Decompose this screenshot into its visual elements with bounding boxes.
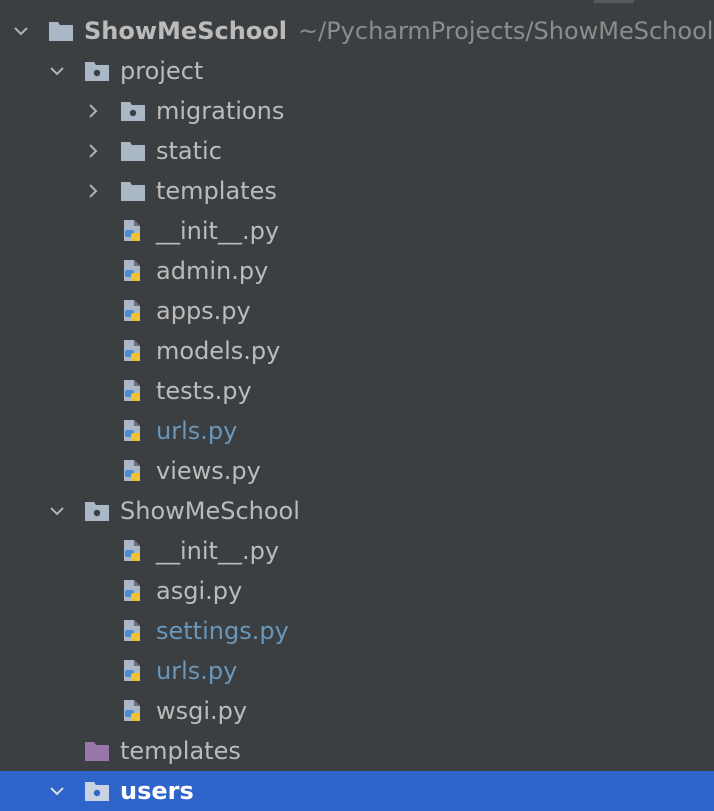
chevron-right-icon[interactable]: [84, 142, 102, 160]
chevron-right-icon[interactable]: [84, 102, 102, 120]
folder-label-users: users: [120, 777, 194, 805]
folder-icon: [121, 142, 145, 161]
tree-row-file[interactable]: urls.py: [0, 411, 714, 451]
tree-row-file[interactable]: __init__.py: [0, 211, 714, 251]
tree-row-file[interactable]: asgi.py: [0, 571, 714, 611]
tree-row-root[interactable]: ShowMeSchool ~/PycharmProjects/ShowMeSch…: [0, 11, 714, 51]
python-file-icon: [124, 420, 140, 441]
file-label-modified: settings.py: [156, 617, 289, 645]
python-file-icon: [124, 220, 140, 241]
python-file-icon: [124, 340, 140, 361]
tree-row-project[interactable]: project: [0, 51, 714, 91]
tree-row-file[interactable]: wsgi.py: [0, 691, 714, 731]
tree-row-file[interactable]: models.py: [0, 331, 714, 371]
tree-row-file[interactable]: settings.py: [0, 611, 714, 651]
chevron-down-icon[interactable]: [48, 782, 66, 800]
root-folder-path: ~/PycharmProjects/ShowMeSchool: [298, 17, 714, 45]
package-folder-icon: [121, 102, 145, 121]
folder-label-project: project: [120, 57, 204, 85]
file-label: models.py: [156, 337, 281, 365]
python-file-icon: [124, 620, 140, 641]
chevron-down-icon[interactable]: [12, 22, 30, 40]
file-label-modified: urls.py: [156, 657, 238, 685]
package-folder-icon: [85, 502, 109, 521]
python-file-icon: [124, 580, 140, 601]
python-file-icon: [124, 460, 140, 481]
tree-row-showmeschool-package[interactable]: ShowMeSchool: [0, 491, 714, 531]
chevron-down-icon[interactable]: [48, 502, 66, 520]
python-file-icon: [124, 700, 140, 721]
tree-row-templates[interactable]: templates: [0, 731, 714, 771]
folder-icon: [49, 22, 73, 41]
file-label-modified: urls.py: [156, 417, 238, 445]
python-file-icon: [124, 260, 140, 281]
tree-row-file[interactable]: admin.py: [0, 251, 714, 291]
tree-row-migrations[interactable]: migrations: [0, 91, 714, 131]
chevron-right-icon[interactable]: [84, 182, 102, 200]
tree-row-users[interactable]: users: [0, 771, 714, 811]
tree-row-project-templates[interactable]: templates: [0, 171, 714, 211]
folder-label-templates-root: templates: [120, 737, 241, 765]
python-file-icon: [124, 660, 140, 681]
python-file-icon: [124, 380, 140, 401]
package-folder-icon: [85, 782, 109, 801]
file-label: __init__.py: [156, 217, 280, 245]
file-label: wsgi.py: [156, 697, 248, 725]
file-label: __init__.py: [156, 537, 280, 565]
folder-label-static: static: [156, 137, 222, 165]
templates-folder-icon: [85, 742, 109, 761]
folder-label-migrations: migrations: [156, 97, 285, 125]
tree-row-file[interactable]: tests.py: [0, 371, 714, 411]
tree-row-file[interactable]: __init__.py: [0, 531, 714, 571]
file-label: asgi.py: [156, 577, 243, 605]
folder-icon: [121, 182, 145, 201]
tree-row-file[interactable]: urls.py: [0, 651, 714, 691]
scrollbar-indicator[interactable]: [594, 0, 634, 3]
tree-row-file[interactable]: apps.py: [0, 291, 714, 331]
folder-label-package: ShowMeSchool: [120, 497, 300, 525]
file-label: apps.py: [156, 297, 251, 325]
file-label: admin.py: [156, 257, 269, 285]
tree-row-file[interactable]: views.py: [0, 451, 714, 491]
python-file-icon: [124, 300, 140, 321]
project-tree: ShowMeSchool ~/PycharmProjects/ShowMeSch…: [0, 11, 714, 811]
folder-label-templates: templates: [156, 177, 277, 205]
tree-row-static[interactable]: static: [0, 131, 714, 171]
root-folder-label: ShowMeSchool: [84, 17, 287, 45]
package-folder-icon: [85, 62, 109, 81]
python-file-icon: [124, 540, 140, 561]
file-label: tests.py: [156, 377, 252, 405]
chevron-down-icon[interactable]: [48, 62, 66, 80]
file-label: views.py: [156, 457, 261, 485]
